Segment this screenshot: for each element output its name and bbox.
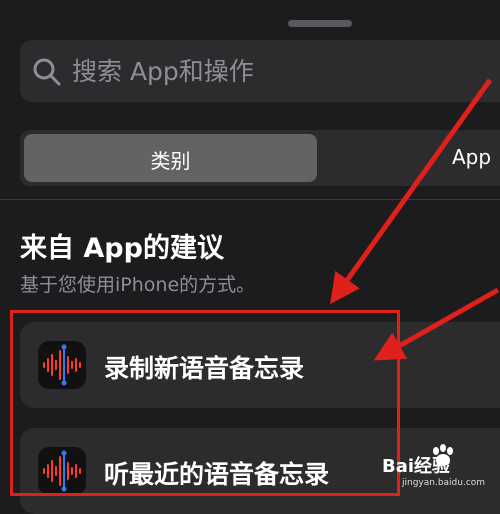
- watermark-url: jingyan.baidu.com: [402, 478, 486, 488]
- sheet-grabber[interactable]: [288, 20, 352, 27]
- section-title: 来自 App的建议: [20, 233, 224, 264]
- search-icon: [33, 58, 61, 86]
- segment-apps-label[interactable]: App: [452, 145, 491, 169]
- search-placeholder[interactable]: 搜索 App和操作: [72, 52, 254, 88]
- section-subtitle: 基于您使用iPhone的方式。: [20, 274, 256, 296]
- watermark-brand: Bai经验: [382, 456, 451, 477]
- annotation-highlight-box: [10, 310, 400, 496]
- arrow-to-box: [330, 78, 493, 305]
- segment-categories-label[interactable]: 类别: [24, 145, 317, 174]
- divider: [0, 199, 500, 200]
